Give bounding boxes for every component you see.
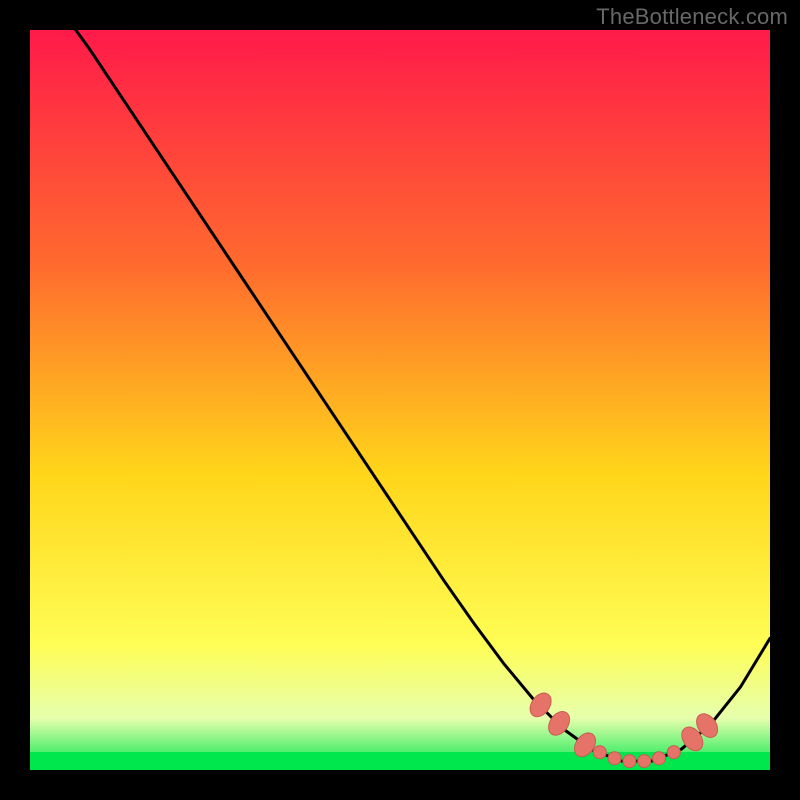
curve-marker	[593, 746, 606, 759]
plot-frame	[30, 30, 770, 770]
curve-marker	[653, 752, 666, 765]
curve-marker	[638, 755, 651, 768]
curve-marker	[623, 755, 636, 768]
curve-marker	[667, 746, 680, 759]
watermark-text: TheBottleneck.com	[596, 4, 788, 30]
chart-canvas	[30, 30, 770, 770]
curve-marker	[608, 752, 621, 765]
gradient-background	[30, 30, 770, 770]
